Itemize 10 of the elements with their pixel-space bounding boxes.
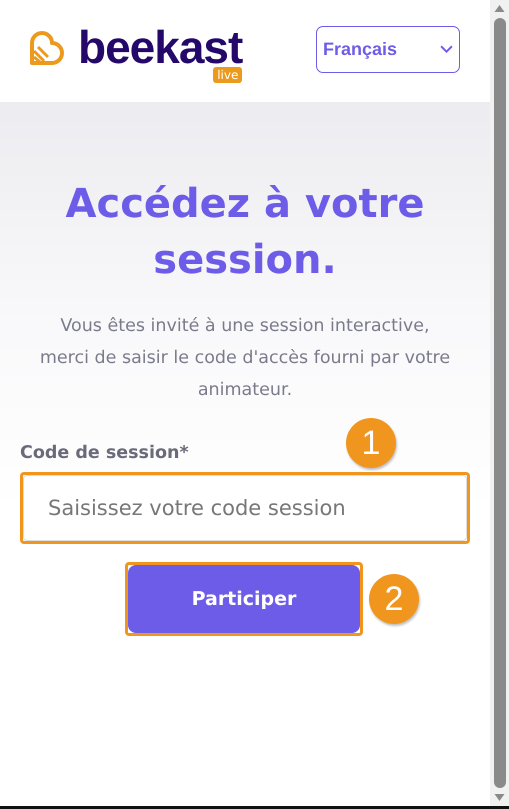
session-code-field[interactable]: Saisissez votre code session — [23, 475, 467, 541]
participate-button[interactable]: Participer — [128, 565, 360, 633]
step-badge: 1 — [346, 418, 396, 468]
live-badge: live — [213, 67, 242, 83]
description-text: Vous êtes invité à une session interactive, merci de saisir le code d'accès fourni par votre animateur. — [38, 315, 452, 402]
language-select[interactable]: Français — [316, 26, 460, 72]
step-badge: 2 — [369, 574, 419, 624]
field-label: Code de session* — [20, 443, 189, 463]
logo-wordmark: beekast — [78, 27, 242, 67]
page-title: Accédez à votre session. — [64, 180, 426, 285]
